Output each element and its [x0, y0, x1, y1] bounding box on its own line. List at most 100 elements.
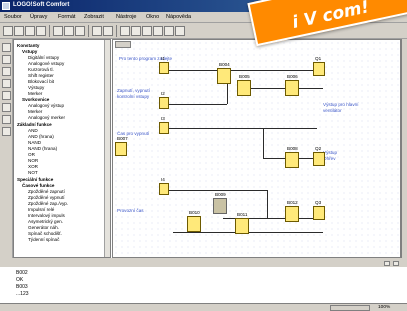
tree-item-timers[interactable]: Časové funkce: [22, 183, 54, 188]
function-block-b009[interactable]: B009: [213, 192, 227, 214]
connection-wire: [167, 190, 267, 191]
tree-item[interactable]: Analogové vstupy: [28, 61, 64, 66]
tree-item[interactable]: Týdenní spínač: [28, 237, 59, 242]
canvas-note: Výstup: [323, 150, 338, 155]
tree-item[interactable]: Merker: [28, 91, 42, 96]
tree-item[interactable]: Výstupy: [28, 85, 44, 90]
tree-item-constants[interactable]: Konstanty: [17, 43, 39, 48]
function-block-b005[interactable]: B005: [237, 74, 251, 96]
connection-wire: [243, 88, 323, 89]
tree-item[interactable]: NOR: [28, 158, 38, 163]
canvas-note: kontrolní vstupy: [117, 94, 150, 99]
redo-icon[interactable]: [103, 26, 113, 36]
output-block-q3[interactable]: Q3: [313, 200, 325, 220]
tree-item[interactable]: OR: [28, 152, 35, 157]
tree-item[interactable]: Analogový merker: [28, 115, 65, 120]
tree-item-inputs[interactable]: Vstupy: [22, 49, 37, 54]
save-icon[interactable]: [25, 26, 35, 36]
simulation-icon[interactable]: [164, 26, 174, 36]
info-line: ...123: [16, 291, 29, 297]
tree-item[interactable]: NOT: [28, 170, 38, 175]
canvas-scrollbar[interactable]: [401, 39, 407, 258]
zoom-out-icon[interactable]: [153, 26, 163, 36]
tree-item[interactable]: Zpožděné vypnutí: [28, 195, 65, 200]
tree-item[interactable]: AND (hrana): [28, 134, 54, 139]
tree-item-terminals[interactable]: Svorkovnice: [22, 97, 49, 102]
app-icon: [2, 2, 10, 10]
open-file-icon[interactable]: [14, 26, 24, 36]
menu-napoveda[interactable]: Nápověda: [166, 14, 191, 20]
cut-icon[interactable]: [53, 26, 63, 36]
function-block-b008[interactable]: B008: [285, 146, 299, 168]
tree-item[interactable]: AND: [28, 128, 38, 133]
constants-tool-icon[interactable]: [2, 67, 11, 76]
tree-item-special-functions[interactable]: Speciální funkce: [17, 177, 53, 182]
basic-functions-icon[interactable]: [2, 79, 11, 88]
function-block-b012[interactable]: B012: [285, 200, 299, 222]
tree-item[interactable]: Kurzorová tl.: [28, 67, 54, 72]
simulation-tool-icon[interactable]: [2, 127, 11, 136]
tree-item[interactable]: Zpožděné zap./vyp.: [28, 201, 68, 206]
special-functions-icon[interactable]: [2, 91, 11, 100]
output-block-q1[interactable]: Q1: [313, 56, 325, 76]
grid-icon[interactable]: [131, 26, 141, 36]
input-block-i4[interactable]: I4: [159, 177, 169, 195]
tree-item[interactable]: Intervalový impuls: [28, 213, 65, 218]
tree-item[interactable]: Merker: [28, 109, 42, 114]
text-tool-icon[interactable]: [2, 103, 11, 112]
tree-item[interactable]: Shift register: [28, 73, 54, 78]
function-block-b006[interactable]: B006: [285, 74, 299, 96]
tree-item[interactable]: Analogový výstup: [28, 103, 64, 108]
zoom-in-icon[interactable]: [142, 26, 152, 36]
menu-zobrazit[interactable]: Zobrazit: [84, 14, 104, 20]
output-block-q2[interactable]: Q2: [313, 146, 325, 166]
connection-wire: [167, 70, 317, 71]
tree-item[interactable]: Blokovací bit: [28, 79, 54, 84]
select-tool-icon[interactable]: [2, 43, 11, 52]
new-file-icon[interactable]: [3, 26, 13, 36]
close-icon[interactable]: [384, 261, 390, 266]
copy-icon[interactable]: [64, 26, 74, 36]
menu-okno[interactable]: Okno: [146, 14, 159, 20]
menu-nastroje[interactable]: Nástroje: [116, 14, 136, 20]
menu-format[interactable]: Formát: [58, 14, 75, 20]
tree-item[interactable]: NAND (hrana): [28, 146, 57, 151]
toolbar-separator: [116, 25, 117, 37]
program-canvas[interactable]: Pro tento program zadejte Zapnutí, vypnu…: [112, 39, 401, 258]
menu-soubor[interactable]: Soubor: [4, 14, 22, 20]
undo-icon[interactable]: [92, 26, 102, 36]
transfer-icon[interactable]: [175, 26, 185, 36]
document-tab[interactable]: [115, 41, 131, 48]
print-icon[interactable]: [36, 26, 46, 36]
canvas-note: Provozní čas: [117, 208, 144, 213]
connection-wire: [267, 190, 268, 218]
tree-item[interactable]: Spínač schodišť.: [28, 231, 62, 236]
tree-item[interactable]: Asymetrický gen.: [28, 219, 63, 224]
tree-scrollbar[interactable]: [104, 40, 110, 257]
status-pane: [330, 305, 370, 311]
paste-icon[interactable]: [75, 26, 85, 36]
input-block-i3[interactable]: I3: [159, 116, 169, 134]
pin-icon[interactable]: [393, 261, 399, 266]
tree-item-basic-functions[interactable]: Základní funkce: [17, 122, 52, 127]
connect-tool-icon[interactable]: [2, 55, 11, 64]
cut-connection-icon[interactable]: [2, 115, 11, 124]
input-block-i2[interactable]: I2: [159, 91, 169, 109]
info-window: B002 OK B003 ...123: [0, 258, 407, 303]
menu-upravy[interactable]: Úpravy: [30, 14, 47, 20]
block-tree: Konstanty Vstupy Digitální vstupy Analog…: [13, 39, 111, 258]
function-block-b007[interactable]: B007: [115, 136, 128, 156]
tree-item[interactable]: NAND: [28, 140, 41, 145]
function-block-b010[interactable]: B010: [187, 210, 201, 232]
canvas-note: Zapnutí, vypnutí: [117, 88, 150, 93]
function-block-b011[interactable]: B011: [235, 212, 249, 234]
function-block-b004[interactable]: B004: [217, 62, 231, 84]
status-bar: 100%: [0, 303, 407, 311]
tree-item[interactable]: Zpožděné zapnutí: [28, 189, 65, 194]
tree-item[interactable]: XOR: [28, 164, 38, 169]
tree-item[interactable]: Generátor náh.: [28, 225, 59, 230]
input-block-i1[interactable]: I1: [159, 56, 169, 74]
tree-item[interactable]: Digitální vstupy: [28, 55, 59, 60]
tree-item[interactable]: Impulsní relé: [28, 207, 54, 212]
align-icon[interactable]: [120, 26, 130, 36]
